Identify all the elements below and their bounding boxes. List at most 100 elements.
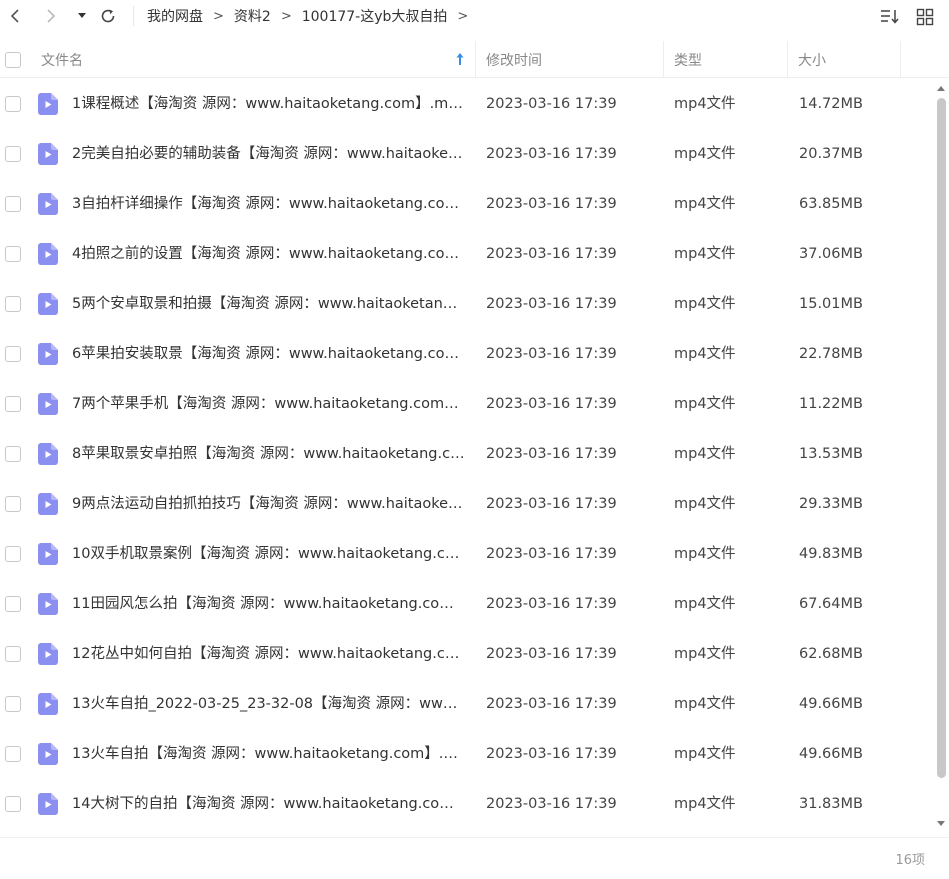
column-divider[interactable]	[475, 41, 476, 78]
video-file-icon	[38, 693, 58, 715]
file-type: mp4文件	[674, 96, 736, 112]
select-all-checkbox[interactable]	[5, 51, 21, 68]
back-button[interactable]	[4, 4, 26, 28]
video-file-icon	[38, 743, 58, 765]
column-divider[interactable]	[663, 41, 664, 78]
row-checkbox[interactable]	[5, 546, 21, 562]
video-file-icon	[38, 393, 58, 415]
file-modified-time: 2023-03-16 17:39	[486, 396, 617, 412]
file-row[interactable]: 3自拍杆详细操作【海淘资 源网：www.haitaoketang.com】.mp…	[0, 179, 932, 229]
row-checkbox[interactable]	[5, 446, 21, 462]
file-row[interactable]: 10双手机取景案例【海淘资 源网：www.haitaoketang.com】.m…	[0, 529, 932, 579]
breadcrumb-item-root[interactable]: 我的网盘	[147, 6, 203, 26]
file-row[interactable]: 5两个安卓取景和拍摄【海淘资 源网：www.haitaoketang.com】.…	[0, 279, 932, 329]
grid-view-icon	[916, 8, 934, 26]
file-row[interactable]: 8苹果取景安卓拍照【海淘资 源网：www.haitaoketang.com】.m…	[0, 429, 932, 479]
file-row[interactable]: 13火车自拍_2022-03-25_23-32-08【海淘资 源网：www.ha…	[0, 679, 932, 729]
file-size: 67.64MB	[799, 596, 863, 612]
select-all-cell	[5, 41, 21, 78]
file-modified-time: 2023-03-16 17:39	[486, 96, 617, 112]
row-checkbox[interactable]	[5, 646, 21, 662]
file-row[interactable]: 14大树下的自拍【海淘资 源网：www.haitaoketang.com】.mp…	[0, 779, 932, 829]
file-row[interactable]: 11田园风怎么拍【海淘资 源网：www.haitaoketang.com】.mp…	[0, 579, 932, 629]
file-modified-time: 2023-03-16 17:39	[486, 796, 617, 812]
column-header-type[interactable]: 类型	[674, 41, 702, 78]
row-checkbox[interactable]	[5, 96, 21, 112]
file-name: 4拍照之前的设置【海淘资 源网：www.haitaoketang.com】.mp…	[72, 246, 466, 262]
file-row[interactable]: 1课程概述【海淘资 源网：www.haitaoketang.com】.mp4 2…	[0, 79, 932, 129]
breadcrumb-item-folder[interactable]: 资料2	[234, 6, 271, 26]
grid-view-button[interactable]	[914, 6, 936, 28]
row-checkbox[interactable]	[5, 146, 21, 162]
file-row[interactable]: 7两个苹果手机【海淘资 源网：www.haitaoketang.com】.mp4…	[0, 379, 932, 429]
file-name: 10双手机取景案例【海淘资 源网：www.haitaoketang.com】.m…	[72, 546, 466, 562]
file-row[interactable]: 4拍照之前的设置【海淘资 源网：www.haitaoketang.com】.mp…	[0, 229, 932, 279]
scroll-down-arrow-icon[interactable]	[936, 818, 946, 828]
file-name: 7两个苹果手机【海淘资 源网：www.haitaoketang.com】.mp4	[72, 396, 466, 412]
row-checkbox[interactable]	[5, 246, 21, 262]
file-type: mp4文件	[674, 696, 736, 712]
file-row[interactable]: 2完美自拍必要的辅助装备【海淘资 源网：www.haitaoketang.com…	[0, 129, 932, 179]
row-checkbox[interactable]	[5, 696, 21, 712]
column-divider[interactable]	[900, 41, 901, 78]
column-header-mtime[interactable]: 修改时间	[486, 41, 542, 78]
row-checkbox[interactable]	[5, 296, 21, 312]
file-type: mp4文件	[674, 346, 736, 362]
row-checkbox[interactable]	[5, 396, 21, 412]
file-name: 9两点法运动自拍抓拍技巧【海淘资 源网：www.haitaoketang.com…	[72, 496, 466, 512]
file-modified-time: 2023-03-16 17:39	[486, 446, 617, 462]
file-modified-time: 2023-03-16 17:39	[486, 646, 617, 662]
scroll-up-arrow-icon[interactable]	[936, 84, 946, 94]
video-file-icon	[38, 543, 58, 565]
video-file-icon	[38, 443, 58, 465]
video-file-icon	[38, 343, 58, 365]
file-size: 31.83MB	[799, 796, 863, 812]
chevron-left-icon	[10, 9, 19, 23]
file-type: mp4文件	[674, 796, 736, 812]
file-modified-time: 2023-03-16 17:39	[486, 146, 617, 162]
footer-divider	[0, 837, 949, 838]
file-type: mp4文件	[674, 246, 736, 262]
file-name: 8苹果取景安卓拍照【海淘资 源网：www.haitaoketang.com】.m…	[72, 446, 466, 462]
row-checkbox[interactable]	[5, 796, 21, 812]
toolbar-divider	[133, 6, 134, 26]
file-modified-time: 2023-03-16 17:39	[486, 346, 617, 362]
file-modified-time: 2023-03-16 17:39	[486, 196, 617, 212]
file-row[interactable]: 12花丛中如何自拍【海淘资 源网：www.haitaoketang.com】.m…	[0, 629, 932, 679]
row-checkbox[interactable]	[5, 196, 21, 212]
row-checkbox[interactable]	[5, 746, 21, 762]
video-file-icon	[38, 593, 58, 615]
sort-list-icon	[881, 10, 899, 24]
sort-ascending-icon[interactable]	[455, 52, 465, 66]
file-size: 20.37MB	[799, 146, 863, 162]
file-name: 12花丛中如何自拍【海淘资 源网：www.haitaoketang.com】.m…	[72, 646, 466, 662]
file-size: 49.83MB	[799, 546, 863, 562]
video-file-icon	[38, 643, 58, 665]
refresh-button[interactable]	[97, 4, 119, 28]
row-checkbox[interactable]	[5, 496, 21, 512]
caret-down-icon	[78, 13, 86, 18]
refresh-icon	[101, 9, 115, 23]
column-divider[interactable]	[787, 41, 788, 78]
column-header-size[interactable]: 大小	[798, 41, 826, 78]
history-dropdown-button[interactable]	[73, 4, 91, 28]
row-checkbox[interactable]	[5, 596, 21, 612]
scrollbar-thumb[interactable]	[937, 98, 946, 778]
file-row[interactable]: 13火车自拍【海淘资 源网：www.haitaoketang.com】.mp4 …	[0, 729, 932, 779]
file-size: 63.85MB	[799, 196, 863, 212]
file-size: 14.72MB	[799, 96, 863, 112]
file-modified-time: 2023-03-16 17:39	[486, 696, 617, 712]
forward-button[interactable]	[40, 4, 62, 28]
file-type: mp4文件	[674, 446, 736, 462]
column-header-name[interactable]: 文件名	[41, 41, 83, 78]
file-name: 13火车自拍_2022-03-25_23-32-08【海淘资 源网：www.ha…	[72, 696, 466, 712]
breadcrumb-item-current[interactable]: 100177-这yb大叔自拍	[302, 6, 448, 26]
file-name: 5两个安卓取景和拍摄【海淘资 源网：www.haitaoketang.com】.…	[72, 296, 466, 312]
file-row[interactable]: 6苹果拍安装取景【海淘资 源网：www.haitaoketang.com】.mp…	[0, 329, 932, 379]
video-file-icon	[38, 793, 58, 815]
sort-button[interactable]	[879, 6, 901, 28]
row-checkbox[interactable]	[5, 346, 21, 362]
file-row[interactable]: 9两点法运动自拍抓拍技巧【海淘资 源网：www.haitaoketang.com…	[0, 479, 932, 529]
video-file-icon	[38, 493, 58, 515]
breadcrumb: 我的网盘 > 资料2 > 100177-这yb大叔自拍 >	[147, 0, 478, 32]
